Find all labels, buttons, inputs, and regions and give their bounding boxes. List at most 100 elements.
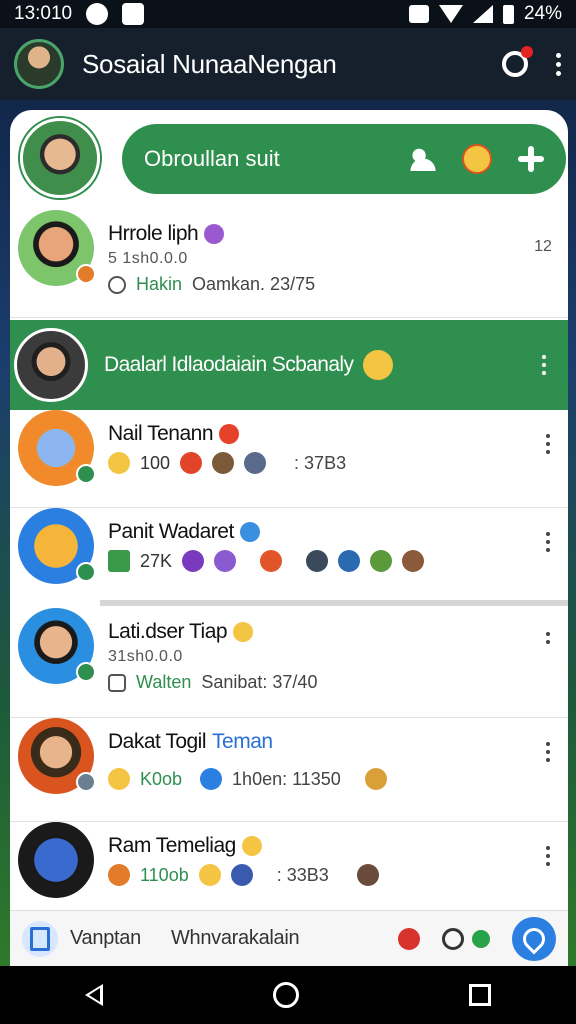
bottom-label-1[interactable]: Vanptan — [70, 927, 141, 950]
document-icon[interactable] — [22, 920, 58, 957]
app-actions — [502, 46, 562, 77]
signal-icon — [472, 5, 493, 23]
smile-icon — [233, 622, 254, 642]
user-icon[interactable] — [442, 927, 464, 950]
chat-body: Panit Wadaret 27K — [108, 508, 528, 572]
search-icon[interactable] — [502, 46, 533, 77]
row-menu-icon[interactable] — [546, 532, 550, 552]
friend-icon — [356, 864, 379, 886]
home-icon[interactable] — [273, 982, 299, 1008]
chat-name-text: Ram Temeliag — [108, 834, 236, 857]
chat-meta-text: Sanibat: 37/40 — [201, 672, 318, 692]
emoji-icon — [214, 550, 237, 572]
row-menu-icon[interactable] — [542, 355, 546, 375]
row-menu[interactable] — [528, 410, 568, 454]
chat-meta: 27K — [108, 550, 528, 572]
chat-row[interactable]: Ram Temeliag 110ob : 33B3 — [10, 822, 568, 916]
chat-count: 100 — [140, 452, 171, 473]
verified-badge-icon — [204, 224, 225, 244]
emoji-icon — [180, 452, 203, 474]
chat-row[interactable]: Lati.dser Tiap 31sh0.0.0 Walten Sanibat:… — [10, 608, 568, 718]
lightning-icon — [260, 550, 283, 572]
chat-meta: Walten Sanibat: 37/40 — [108, 672, 528, 693]
status-check-icon — [76, 464, 96, 484]
chat-name-text: Dakat Togil — [108, 730, 207, 753]
pin-icon[interactable] — [398, 927, 420, 950]
app-bar: Sosaial NunaaNengan — [0, 28, 576, 100]
chat-meta-text: : 37B3 — [294, 452, 347, 473]
chat-name-accent: Teman — [212, 730, 273, 753]
battery-icon — [502, 4, 514, 24]
game-icon — [108, 550, 130, 572]
chat-row[interactable]: Nail Tenann 100 : 37B3 — [10, 410, 568, 508]
highlight-text: Daalarl Idlaodaiain Scbanaly — [104, 353, 354, 376]
status-time: 13:010 — [14, 3, 73, 24]
compose-placeholder: Obroullan suit — [144, 146, 280, 171]
chat-name-text: Panit Wadaret — [108, 520, 234, 543]
more-options-icon[interactable] — [556, 52, 562, 76]
app-title: Sosaial NunaaNengan — [82, 48, 337, 79]
emoji-icon[interactable] — [462, 144, 492, 174]
row-menu-icon[interactable] — [546, 846, 550, 866]
emoji-icon — [363, 350, 394, 380]
chat-count: 27K — [140, 550, 173, 571]
row-menu-icon[interactable] — [546, 742, 550, 762]
row-menu[interactable] — [528, 822, 568, 866]
tools-icon — [200, 768, 223, 790]
battery-level: 24% — [523, 3, 562, 24]
chat-meta-text: 1h0en: 11350 — [232, 768, 341, 789]
chat-count: K0ob — [140, 768, 183, 789]
status-check-icon — [76, 772, 96, 792]
status-bar: 13:010 24% — [0, 0, 576, 28]
chat-body: Lati.dser Tiap 31sh0.0.0 Walten Sanibat:… — [108, 608, 528, 693]
online-dot-icon — [472, 929, 490, 948]
profile-avatar-button[interactable] — [14, 39, 64, 89]
chat-name-text: Lati.dser Tiap — [108, 620, 228, 643]
friend-icon — [212, 452, 235, 474]
row-menu-icon[interactable] — [546, 632, 550, 644]
verified-badge-icon — [239, 522, 260, 542]
chat-body: Dakat Togil Teman K0ob 1h0en: 11350 — [108, 718, 528, 790]
people-icon[interactable] — [410, 147, 436, 171]
chat-meta: 100 : 37B3 — [108, 452, 528, 474]
move-icon[interactable] — [518, 146, 544, 172]
row-menu[interactable] — [528, 718, 568, 762]
chat-sub: 31sh0.0.0 — [108, 648, 183, 665]
calendar-icon — [108, 673, 126, 692]
chat-meta-text: : 33B3 — [276, 864, 329, 885]
chat-sub: 5 1sh0.0.0 — [108, 250, 188, 267]
chat-meta: K0ob 1h0en: 11350 — [108, 768, 528, 790]
chat-row[interactable]: Hrrole liph 5 1sh0.0.0 Hakin Oamkan. 23/… — [10, 210, 568, 318]
status-check-icon — [76, 662, 96, 682]
compose-bar[interactable]: Obroullan suit — [122, 124, 566, 194]
row-menu[interactable] — [528, 608, 568, 644]
chat-name-text: Nail Tenann — [108, 422, 214, 445]
food-icon — [364, 768, 387, 790]
compose-actions — [410, 144, 544, 174]
star-icon — [108, 864, 130, 886]
row-menu-icon[interactable] — [546, 434, 550, 454]
compose-fab-button[interactable] — [512, 916, 556, 961]
emoji-icon — [198, 864, 221, 886]
status-check-icon — [76, 264, 96, 284]
friend-icon — [338, 550, 361, 572]
bottom-action-bar: Vanptan Whnvarakalain — [10, 910, 568, 966]
friend-icon — [370, 550, 393, 572]
back-icon[interactable] — [85, 984, 103, 1006]
chat-row[interactable]: Dakat Togil Teman K0ob 1h0en: 11350 — [10, 718, 568, 822]
friend-icon — [306, 550, 329, 572]
chat-avatar — [18, 410, 96, 486]
smile-icon — [241, 836, 262, 856]
notification-dot — [521, 46, 533, 58]
chat-body: Ram Temeliag 110ob : 33B3 — [108, 822, 528, 886]
wifi-icon — [438, 5, 463, 23]
notification-icon — [86, 3, 109, 25]
row-menu[interactable] — [528, 508, 568, 552]
bottom-label-2[interactable]: Whnvarakalain — [171, 927, 300, 950]
my-profile-avatar[interactable] — [20, 118, 100, 198]
recent-apps-icon[interactable] — [469, 984, 491, 1006]
chat-count: 110ob — [140, 864, 189, 885]
highlighted-chat-row[interactable]: Daalarl Idlaodaiain Scbanaly — [10, 320, 568, 410]
chat-row[interactable]: Panit Wadaret 27K — [10, 508, 568, 600]
chat-avatar — [18, 210, 96, 286]
